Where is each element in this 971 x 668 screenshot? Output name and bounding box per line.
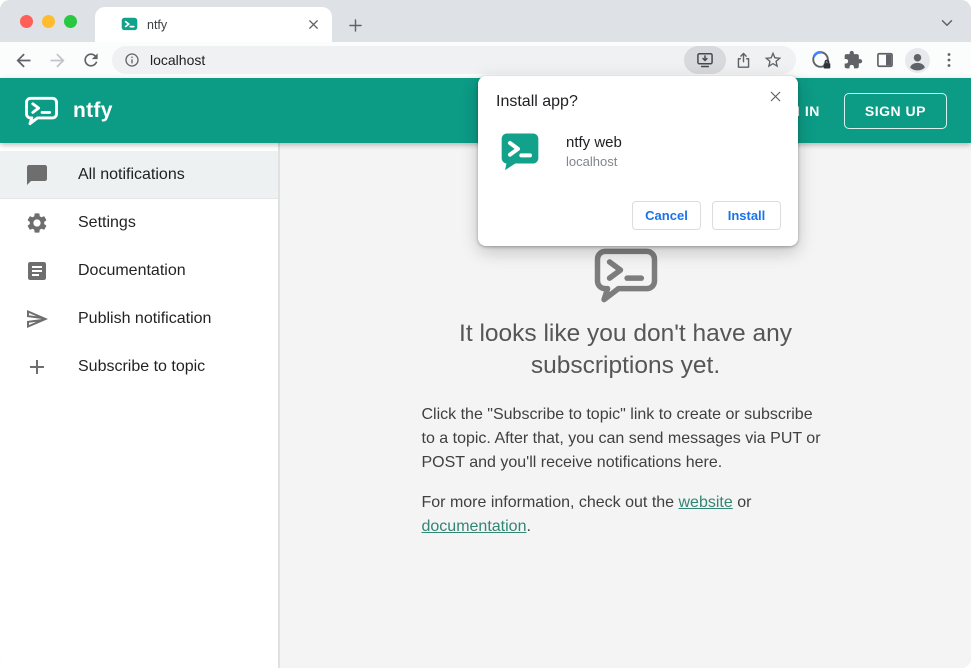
address-bar[interactable]: localhost bbox=[112, 46, 796, 74]
sidebar-item-documentation[interactable]: Documentation bbox=[0, 247, 278, 295]
documentation-link[interactable]: documentation bbox=[422, 518, 527, 535]
forward-icon[interactable] bbox=[44, 47, 70, 73]
install-app-dialog: Install app? ntfy web localhost Cancel I… bbox=[478, 76, 798, 246]
share-icon[interactable] bbox=[730, 47, 756, 73]
article-icon bbox=[25, 259, 49, 283]
ntfy-app-icon bbox=[500, 131, 540, 171]
reload-icon[interactable] bbox=[78, 47, 104, 73]
back-icon[interactable] bbox=[10, 47, 36, 73]
website-link[interactable]: website bbox=[679, 494, 733, 511]
sidebar-item-label: Subscribe to topic bbox=[78, 358, 206, 375]
browser-toolbar: localhost bbox=[0, 42, 971, 78]
sidebar-item-subscribe-to-topic[interactable]: Subscribe to topic bbox=[0, 343, 278, 391]
extensions-puzzle-icon[interactable] bbox=[839, 46, 867, 74]
extensions-area bbox=[803, 46, 971, 74]
install-app-row: ntfy web localhost bbox=[496, 131, 781, 171]
window-controls bbox=[20, 15, 77, 28]
sidebar-item-settings[interactable]: Settings bbox=[0, 199, 278, 247]
ntfy-empty-state-logo-icon bbox=[593, 247, 659, 304]
send-icon bbox=[25, 307, 49, 331]
ntfy-logo-icon bbox=[24, 96, 59, 126]
sidebar-nav: All notifications Settings Documentation… bbox=[0, 143, 279, 668]
minimize-window-button[interactable] bbox=[42, 15, 55, 28]
browser-tab-ntfy[interactable]: ntfy bbox=[95, 7, 332, 42]
more-info-prefix: For more information, check out the bbox=[421, 493, 679, 511]
ntfy-brand: ntfy bbox=[24, 96, 113, 126]
sidebar-item-label: Settings bbox=[78, 214, 136, 231]
install-button[interactable]: Install bbox=[712, 201, 781, 230]
tab-search-chevron-icon[interactable] bbox=[937, 13, 957, 33]
browser-window: ntfy localhost ntfy IN SIGN UP All notif… bbox=[0, 0, 971, 668]
dialog-close-icon[interactable] bbox=[765, 86, 785, 106]
tab-strip: ntfy bbox=[0, 0, 971, 42]
cancel-button[interactable]: Cancel bbox=[632, 201, 701, 230]
empty-state-title: It looks like you don't have any subscri… bbox=[459, 320, 792, 380]
password-manager-extension-icon[interactable] bbox=[807, 46, 835, 74]
install-app-icon[interactable] bbox=[684, 46, 726, 74]
empty-state-body: Click the "Subscribe to topic" link to c… bbox=[421, 405, 821, 471]
install-app-origin: localhost bbox=[566, 153, 618, 169]
sign-up-button[interactable]: SIGN UP bbox=[843, 92, 947, 129]
more-info-paragraph: For more information, check out the webs… bbox=[422, 491, 830, 539]
plus-icon bbox=[25, 355, 49, 379]
chat-icon bbox=[25, 163, 49, 187]
more-info-suffix: . bbox=[526, 517, 531, 535]
browser-menu-kebab-icon[interactable] bbox=[935, 46, 963, 74]
brand-name: ntfy bbox=[73, 98, 113, 122]
address-url[interactable]: localhost bbox=[150, 52, 684, 68]
new-tab-button[interactable] bbox=[344, 14, 366, 36]
close-window-button[interactable] bbox=[20, 15, 33, 28]
more-info-middle: or bbox=[732, 493, 752, 511]
sidebar-item-all-notifications[interactable]: All notifications bbox=[0, 151, 278, 199]
dialog-actions: Cancel Install bbox=[632, 201, 781, 230]
side-panel-icon[interactable] bbox=[871, 46, 899, 74]
gear-icon bbox=[25, 211, 49, 235]
tab-close-icon[interactable] bbox=[304, 16, 322, 34]
sidebar-item-label: Documentation bbox=[78, 262, 186, 279]
install-dialog-title: Install app? bbox=[496, 93, 578, 110]
bookmark-star-icon[interactable] bbox=[760, 47, 786, 73]
sidebar-item-label: All notifications bbox=[78, 165, 185, 183]
profile-avatar[interactable] bbox=[903, 46, 931, 74]
maximize-window-button[interactable] bbox=[64, 15, 77, 28]
sidebar-item-label: Publish notification bbox=[78, 310, 212, 327]
sidebar-item-publish-notification[interactable]: Publish notification bbox=[0, 295, 278, 343]
ntfy-favicon bbox=[121, 16, 138, 33]
site-info-icon[interactable] bbox=[124, 52, 140, 68]
install-app-name: ntfy web bbox=[566, 133, 622, 151]
tab-title: ntfy bbox=[147, 17, 168, 32]
